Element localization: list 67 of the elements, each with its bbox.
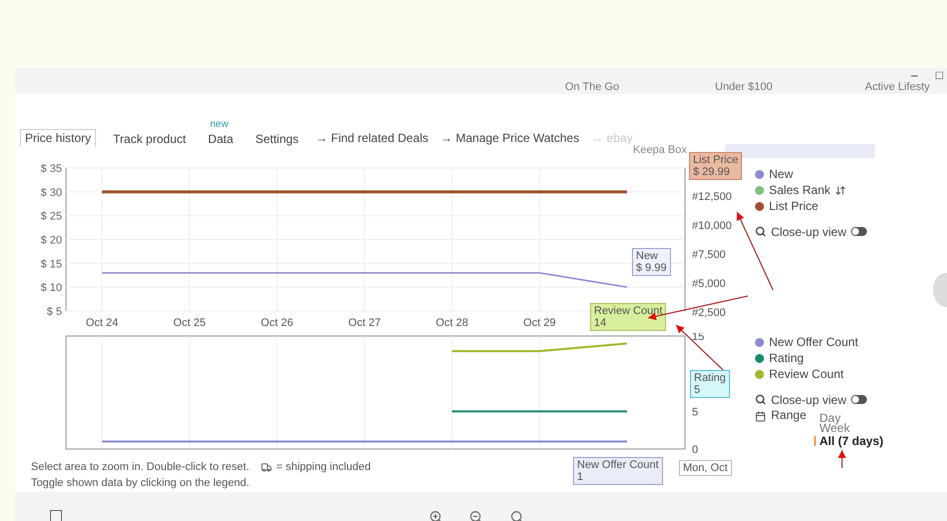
checkbox-icon[interactable] <box>50 510 62 521</box>
axis-label: #12,500 <box>692 191 732 203</box>
axis-label: $ 20 <box>40 234 62 246</box>
tooltip: List Price $ 29.99 <box>689 152 742 180</box>
legend-item[interactable]: Rating <box>769 351 804 365</box>
axis-label: Oct 29 <box>523 317 556 328</box>
hint-text: = shipping included <box>276 460 371 475</box>
axis-label: #10,000 <box>692 220 732 232</box>
legend-item[interactable]: Review Count <box>769 367 844 381</box>
zoom-out-icon[interactable] <box>469 510 483 521</box>
range-option[interactable]: Day <box>819 413 884 423</box>
legend-item[interactable]: New <box>769 167 794 181</box>
legend-item[interactable]: New Offer Count <box>769 335 858 349</box>
sort-icon[interactable] <box>835 184 846 196</box>
axis-label: #5,000 <box>692 278 726 290</box>
search-icon <box>755 226 766 237</box>
window-control[interactable]: □ <box>936 68 943 82</box>
tab[interactable]: Track product <box>108 130 191 146</box>
axis-label: $ 15 <box>40 258 62 270</box>
calendar-icon <box>755 411 766 422</box>
truck-icon <box>261 462 272 472</box>
axis-label: 0 <box>692 444 698 456</box>
closeup-label: Close-up view <box>771 392 846 406</box>
search-icon[interactable] <box>510 510 524 521</box>
hint-text: Toggle shown data by clicking on the legend. <box>31 477 250 489</box>
link[interactable]: → Find related Deals <box>316 131 428 145</box>
closeup-label: Close-up view <box>771 224 846 238</box>
axis-label: Oct 28 <box>436 317 468 328</box>
axis-label: $ 25 <box>40 210 62 223</box>
axis-label: $ 30 <box>40 186 62 199</box>
axis-label: Oct 25 <box>173 317 206 328</box>
range-option[interactable]: Week <box>819 423 884 433</box>
pointer-arrow <box>838 450 846 468</box>
tooltip: New Offer Count 1 <box>573 457 663 485</box>
toggle-switch[interactable] <box>851 395 868 404</box>
nav-link[interactable]: Under $100 <box>715 81 865 94</box>
tooltip: New $ 9.99 <box>632 248 671 276</box>
new-label: new <box>210 120 228 130</box>
axis-label: Oct 26 <box>260 317 294 328</box>
axis-label: $ 5 <box>46 306 62 318</box>
axis-label: Oct 27 <box>348 317 381 328</box>
tab[interactable]: Settings <box>250 130 304 146</box>
link[interactable]: → Manage Price Watches <box>440 131 580 145</box>
hint-text: Select area to zoom in. Double-click to reset. <box>31 460 250 475</box>
tooltip: Mon, Oct <box>679 460 732 476</box>
tab[interactable]: Data <box>202 130 238 146</box>
axis-label: $ 35 <box>40 163 62 175</box>
tooltip: Review Count 14 <box>590 303 666 331</box>
legend-item[interactable]: Sales Rank <box>769 183 830 197</box>
toggle-switch[interactable] <box>851 227 868 236</box>
axis-label: $ 10 <box>40 282 62 294</box>
legend-item[interactable]: List Price <box>769 199 818 213</box>
tab[interactable]: Price history <box>20 129 96 147</box>
axis-label: 5 <box>692 406 698 418</box>
axis-label: Oct 24 <box>86 317 118 328</box>
range-label: Range <box>771 408 806 422</box>
pointer-arrow <box>676 324 724 370</box>
window-control[interactable]: – <box>911 68 918 82</box>
axis-label: #2,500 <box>692 307 726 319</box>
nav-link[interactable]: Active Lifesty <box>865 81 947 94</box>
tooltip: Rating 5 <box>690 370 730 398</box>
axis-label: #7,500 <box>692 249 726 261</box>
keepa-box-label[interactable]: Keepa Box <box>633 144 687 156</box>
search-icon <box>755 394 766 405</box>
range-option[interactable]: All (7 days) <box>814 436 884 446</box>
nav-link[interactable]: On The Go <box>565 81 715 94</box>
zoom-in-icon[interactable] <box>429 510 443 521</box>
